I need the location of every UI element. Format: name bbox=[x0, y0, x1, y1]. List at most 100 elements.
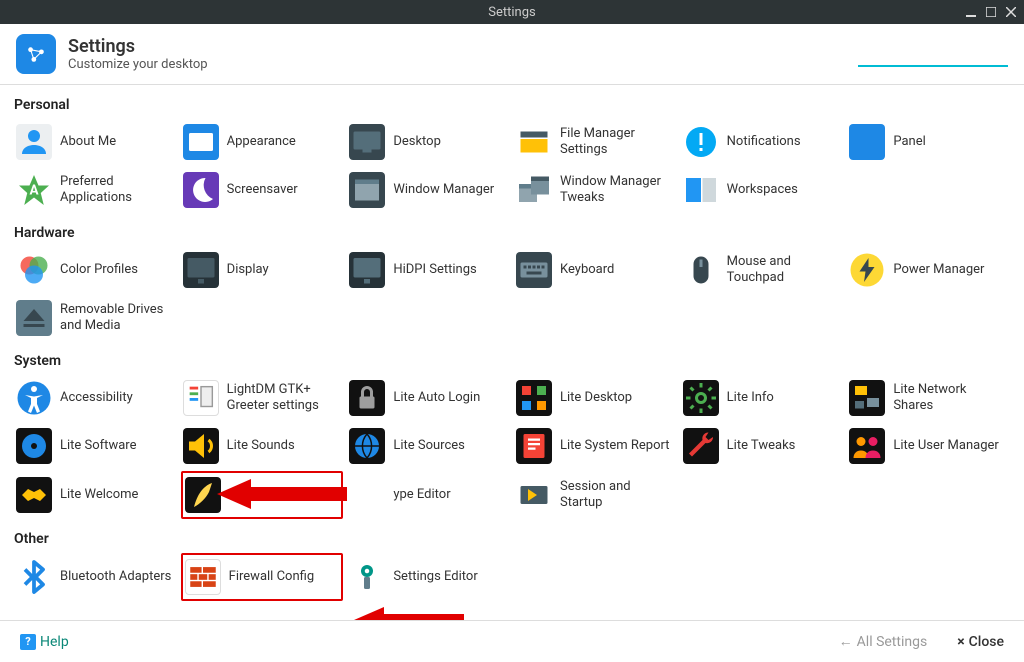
item-file-manager[interactable]: File Manager Settings bbox=[514, 119, 677, 165]
minimize-button[interactable] bbox=[964, 5, 978, 19]
item-lite-network[interactable]: Lite Network Shares bbox=[847, 375, 1010, 421]
item-lite-sounds[interactable]: Lite Sounds bbox=[181, 423, 344, 469]
settings-app-icon bbox=[16, 34, 56, 74]
item-lite-desktop[interactable]: Lite Desktop bbox=[514, 375, 677, 421]
bluetooth-icon bbox=[16, 559, 52, 595]
category-hardware-grid: Color Profiles Display HiDPI Settings Ke… bbox=[14, 247, 1010, 341]
eject-icon bbox=[16, 300, 52, 336]
search-input[interactable] bbox=[858, 45, 1024, 61]
item-settings-editor[interactable]: Settings Editor bbox=[347, 553, 510, 601]
item-preferred-apps[interactable]: A Preferred Applications bbox=[14, 167, 177, 213]
item-hidpi[interactable]: HiDPI Settings bbox=[347, 247, 510, 293]
content-area: Personal About Me Appearance Desktop Fil… bbox=[0, 85, 1024, 620]
mouse-icon bbox=[683, 252, 719, 288]
network-icon bbox=[849, 380, 885, 416]
search-field[interactable] bbox=[858, 41, 1008, 67]
item-label: Panel bbox=[893, 134, 925, 150]
item-label: HiDPI Settings bbox=[393, 262, 476, 278]
item-label: Desktop bbox=[393, 134, 441, 150]
item-lite-info[interactable]: Lite Info bbox=[681, 375, 844, 421]
item-wm-tweaks[interactable]: Window Manager Tweaks bbox=[514, 167, 677, 213]
gear-icon bbox=[683, 380, 719, 416]
session-icon bbox=[516, 477, 552, 513]
item-label: Lite Info bbox=[727, 390, 774, 406]
item-firewall[interactable]: Firewall Config bbox=[181, 553, 344, 601]
item-label: LightDM GTK+ Greeter settings bbox=[227, 382, 342, 413]
help-link[interactable]: ? Help bbox=[20, 634, 69, 650]
window-title: Settings bbox=[488, 5, 535, 20]
item-lite-welcome[interactable]: Lite Welcome bbox=[14, 471, 177, 519]
category-hardware-title: Hardware bbox=[14, 221, 1010, 247]
item-lite-tweaks[interactable]: Lite Tweaks bbox=[681, 423, 844, 469]
item-label: Lite Tweaks bbox=[727, 438, 796, 454]
help-label: Help bbox=[40, 634, 69, 650]
item-removable[interactable]: Removable Drives and Media bbox=[14, 295, 177, 341]
item-label: Accessibility bbox=[60, 390, 133, 406]
item-lite-sources[interactable]: Lite Sources bbox=[347, 423, 510, 469]
handshake-icon bbox=[16, 477, 52, 513]
item-display[interactable]: Display bbox=[181, 247, 344, 293]
item-label: Appearance bbox=[227, 134, 296, 150]
item-lite-software[interactable]: Lite Software bbox=[14, 423, 177, 469]
item-label: Lite Sounds bbox=[227, 438, 295, 454]
item-about-me[interactable]: About Me bbox=[14, 119, 177, 165]
item-color-profiles[interactable]: Color Profiles bbox=[14, 247, 177, 293]
item-lite-user[interactable]: Lite User Manager bbox=[847, 423, 1010, 469]
back-arrow-icon: ← bbox=[839, 633, 853, 650]
item-mime-editor[interactable]: ype Editor bbox=[347, 471, 510, 519]
display-icon bbox=[183, 252, 219, 288]
item-label: Lite Widget bbox=[229, 487, 294, 503]
category-other-title: Other bbox=[14, 527, 1010, 553]
item-label: Preferred Applications bbox=[60, 174, 175, 205]
item-notifications[interactable]: Notifications bbox=[681, 119, 844, 165]
item-desktop[interactable]: Desktop bbox=[347, 119, 510, 165]
item-lightdm[interactable]: LightDM GTK+ Greeter settings bbox=[181, 375, 344, 421]
item-label: Mouse and Touchpad bbox=[727, 254, 842, 285]
category-personal-grid: About Me Appearance Desktop File Manager… bbox=[14, 119, 1010, 213]
item-label: File Manager Settings bbox=[560, 126, 675, 157]
item-label: Session and Startup bbox=[560, 479, 675, 510]
close-dialog-button[interactable]: × Close bbox=[957, 634, 1004, 650]
item-label: Lite User Manager bbox=[893, 438, 998, 454]
all-settings-button[interactable]: ← All Settings bbox=[839, 633, 928, 650]
item-label: Lite Auto Login bbox=[393, 390, 480, 406]
item-window-manager[interactable]: Window Manager bbox=[347, 167, 510, 213]
item-label: Removable Drives and Media bbox=[60, 302, 175, 333]
item-mouse[interactable]: Mouse and Touchpad bbox=[681, 247, 844, 293]
item-label: Keyboard bbox=[560, 262, 614, 278]
file-manager-icon bbox=[516, 124, 552, 160]
footer: ? Help ← All Settings × Close bbox=[0, 620, 1024, 662]
firewall-icon bbox=[185, 559, 221, 595]
item-label: Display bbox=[227, 262, 269, 278]
item-lite-widget[interactable]: Lite Widget bbox=[181, 471, 344, 519]
item-label: Workspaces bbox=[727, 182, 798, 198]
item-session[interactable]: Session and Startup bbox=[514, 471, 677, 519]
close-button[interactable] bbox=[1004, 5, 1018, 19]
item-label: Lite Sources bbox=[393, 438, 465, 454]
item-label: ype Editor bbox=[393, 487, 450, 503]
item-label: Bluetooth Adapters bbox=[60, 569, 171, 585]
item-label: Screensaver bbox=[227, 182, 298, 198]
item-label: Window Manager Tweaks bbox=[560, 174, 675, 205]
color-icon bbox=[16, 252, 52, 288]
accessibility-icon bbox=[16, 380, 52, 416]
item-label: Window Manager bbox=[393, 182, 494, 198]
item-accessibility[interactable]: Accessibility bbox=[14, 375, 177, 421]
page-title: Settings bbox=[68, 36, 858, 57]
item-appearance[interactable]: Appearance bbox=[181, 119, 344, 165]
category-system-title: System bbox=[14, 349, 1010, 375]
item-panel[interactable]: Panel bbox=[847, 119, 1010, 165]
category-personal-title: Personal bbox=[14, 93, 1010, 119]
maximize-button[interactable] bbox=[984, 5, 998, 19]
panel-icon bbox=[849, 124, 885, 160]
svg-text:A: A bbox=[29, 183, 39, 199]
item-keyboard[interactable]: Keyboard bbox=[514, 247, 677, 293]
item-power[interactable]: Power Manager bbox=[847, 247, 1010, 293]
item-workspaces[interactable]: Workspaces bbox=[681, 167, 844, 213]
item-autologin[interactable]: Lite Auto Login bbox=[347, 375, 510, 421]
window-icon bbox=[349, 172, 385, 208]
item-lite-report[interactable]: Lite System Report bbox=[514, 423, 677, 469]
item-label: Lite Desktop bbox=[560, 390, 632, 406]
item-screensaver[interactable]: Screensaver bbox=[181, 167, 344, 213]
item-bluetooth[interactable]: Bluetooth Adapters bbox=[14, 553, 177, 601]
